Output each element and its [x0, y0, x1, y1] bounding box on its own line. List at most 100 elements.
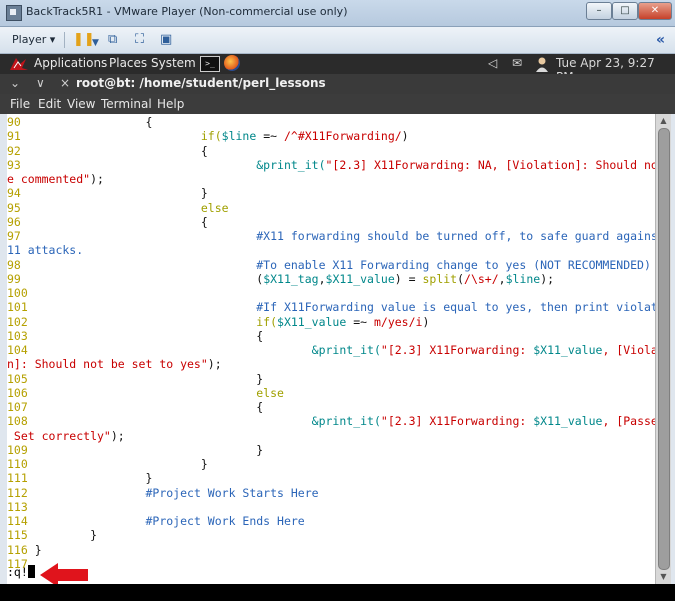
code-token: split [422, 271, 458, 286]
places-menu[interactable]: Places [109, 56, 147, 70]
code-token: #If X11Forwarding value is equal to yes,… [34, 300, 655, 315]
code-token: "[2.3] X11Forwarding: NA, [Violation]: S… [325, 157, 656, 172]
line-number: 103 [7, 328, 35, 343]
line-number: 105 [7, 371, 35, 386]
code-line: e commented"); [7, 172, 104, 186]
code-token: else [34, 385, 284, 400]
code-token: $X11_value [533, 343, 603, 357]
code-line: 109 } [7, 443, 263, 457]
code-line: 98 #To enable X11 Forwarding change to y… [7, 258, 651, 272]
code-token: } [34, 371, 264, 386]
code-token: #X11 forwarding should be turned off, to… [34, 229, 655, 243]
line-number: 91 [7, 129, 35, 144]
code-token: else [34, 200, 229, 215]
menu-view[interactable]: View [67, 97, 95, 111]
unity-icon[interactable]: ▣ [160, 33, 172, 47]
maximize-button[interactable]: □ [612, 2, 638, 20]
code-token: $X11_tag [263, 271, 319, 286]
window-menu-icon[interactable]: ⌄ [10, 76, 20, 90]
fullscreen-icon[interactable]: ⛶ [135, 33, 144, 47]
close-icon[interactable]: × [60, 76, 70, 90]
line-number: 115 [7, 528, 35, 543]
code-token: 11 attacks. [7, 243, 84, 258]
code-token: { [34, 328, 264, 343]
code-token: /^#X11Forwarding/ [283, 129, 402, 144]
mail-icon[interactable]: ✉ [512, 56, 522, 70]
code-line: 105 } [7, 372, 263, 386]
scroll-up-icon[interactable]: ▲ [658, 116, 669, 126]
window-bottom-edge [0, 584, 675, 601]
code-token: { [34, 143, 208, 158]
firefox-launcher-icon[interactable] [224, 55, 240, 71]
code-token: ) [422, 314, 430, 329]
code-token: &print_it( [34, 343, 381, 357]
code-line: 93 &print_it("[2.3] X11Forwarding: NA, [… [7, 158, 655, 172]
terminal-titlebar: ⌄ ∨ × root@bt: /home/student/perl_lesson… [0, 74, 675, 94]
code-token: #Project Work Ends Here [34, 514, 305, 528]
system-menu[interactable]: System [151, 56, 196, 70]
user-icon[interactable] [535, 56, 549, 72]
code-token: "[2.3] X11Forwarding: [380, 414, 534, 429]
minimize-button[interactable]: – [586, 2, 612, 20]
menu-edit[interactable]: Edit [38, 97, 61, 111]
code-token: , [318, 271, 326, 286]
menu-file[interactable]: File [10, 97, 30, 111]
code-token: ) [401, 129, 409, 144]
code-token: } [34, 471, 153, 486]
line-number: 92 [7, 143, 35, 158]
code-line: 107 { [7, 400, 263, 414]
terminal-output[interactable]: :q! 90 {91 if($line =~ /^#X11Forwarding/… [7, 114, 655, 584]
code-token: , [498, 271, 506, 286]
code-token: } [34, 457, 208, 471]
chevron-down-icon[interactable]: ▼ [92, 36, 99, 50]
network-icon[interactable]: ⧉ [108, 33, 117, 47]
code-line: 92 { [7, 144, 208, 158]
player-menu-button[interactable]: Player ▾ [12, 33, 55, 46]
line-number: 96 [7, 214, 35, 229]
code-token: "[2.3] X11Forwarding: [380, 343, 534, 357]
code-token: } [34, 542, 42, 557]
line-number: 95 [7, 200, 35, 215]
backtrack-dragon-icon[interactable] [8, 56, 30, 72]
scroll-down-icon[interactable]: ▼ [658, 572, 669, 582]
scrollbar-thumb[interactable] [658, 128, 670, 570]
code-token: ); [90, 172, 104, 186]
line-number: 104 [7, 343, 35, 357]
code-token: if( [34, 129, 222, 144]
volume-icon[interactable]: ◁ [488, 56, 497, 70]
line-number: 99 [7, 271, 35, 286]
code-token: if( [34, 314, 278, 329]
vmware-logo-icon [6, 5, 22, 21]
line-number: 112 [7, 485, 35, 500]
line-number: 116 [7, 542, 35, 557]
code-token: /\s+/ [464, 271, 499, 286]
code-token: ( [34, 271, 264, 286]
terminal-launcher-icon[interactable]: >_ [200, 56, 220, 72]
terminal-scrollbar[interactable]: ▲ ▼ [655, 114, 671, 584]
vmware-titlebar: BackTrack5R1 - VMware Player (Non-commer… [0, 0, 675, 27]
code-token: ); [207, 357, 222, 372]
code-line: 102 if($X11_value =~ m/yes/i) [7, 315, 429, 329]
code-line: 103 { [7, 329, 263, 343]
line-number: 111 [7, 471, 35, 486]
code-line: 116 } [7, 543, 42, 557]
code-line: 113 [7, 500, 35, 514]
close-button[interactable]: ✕ [638, 2, 672, 20]
applications-menu[interactable]: Applications [34, 56, 107, 70]
line-number: 108 [7, 414, 35, 429]
chevron-down-icon[interactable]: ∨ [36, 76, 45, 90]
menu-terminal[interactable]: Terminal [101, 97, 152, 111]
line-number: 98 [7, 257, 35, 272]
code-line: 108 &print_it("[2.3] X11Forwarding: $X11… [7, 414, 655, 428]
code-token: } [34, 442, 264, 457]
menu-help[interactable]: Help [157, 97, 184, 111]
code-token: $line [505, 271, 541, 286]
line-number: 106 [7, 385, 35, 400]
code-line: 94 } [7, 186, 208, 200]
vmware-toolbar: Player ▾ ❚❚ ▼ ⧉ ⛶ ▣ « [0, 27, 675, 54]
line-number: 102 [7, 314, 35, 329]
code-line: 95 else [7, 201, 229, 215]
collapse-toolbar-button[interactable]: « [656, 32, 665, 48]
window-title: BackTrack5R1 - VMware Player (Non-commer… [26, 5, 348, 18]
code-line: n]: Should not be set to yes"); [7, 357, 222, 371]
